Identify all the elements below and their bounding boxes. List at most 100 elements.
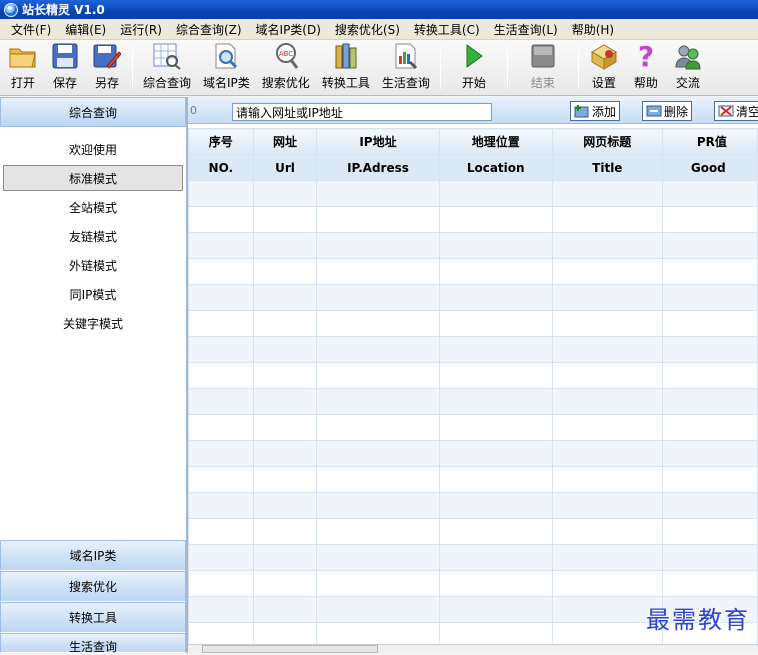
- table-cell: [252, 206, 318, 233]
- mode-friend-links[interactable]: 友链模式: [3, 223, 183, 249]
- mode-external-links[interactable]: 外链模式: [3, 252, 183, 278]
- table-cell: [252, 466, 318, 493]
- help-button[interactable]: ? 帮助: [625, 41, 667, 95]
- table-cell: [438, 466, 553, 493]
- watermark: 最需教育: [646, 606, 750, 634]
- table-cell: [316, 310, 440, 337]
- menu-life[interactable]: 生活查询(L): [487, 21, 565, 38]
- open-button[interactable]: 打开: [2, 41, 44, 95]
- table-cell: [551, 362, 663, 389]
- column-header-pr[interactable]: PR值: [661, 128, 758, 155]
- mode-whole-site[interactable]: 全站模式: [3, 194, 183, 220]
- table-cell: [438, 518, 553, 545]
- save-as-button[interactable]: 另存: [86, 41, 128, 95]
- menu-seo[interactable]: 搜索优化(S): [328, 21, 407, 38]
- table-row[interactable]: [188, 518, 758, 545]
- table-cell: [551, 206, 663, 233]
- menu-help[interactable]: 帮助(H): [565, 21, 621, 38]
- table-row[interactable]: [188, 466, 758, 493]
- life-button[interactable]: 生活查询: [376, 41, 436, 95]
- menu-query[interactable]: 综合查询(Z): [169, 21, 249, 38]
- add-button[interactable]: 添加: [570, 101, 621, 121]
- table-row[interactable]: [188, 232, 758, 259]
- app-icon: [4, 2, 18, 17]
- table-row[interactable]: [188, 570, 758, 597]
- window-title: 站长精灵 V1.0: [22, 3, 105, 17]
- mode-standard[interactable]: 标准模式: [3, 165, 183, 191]
- save-button[interactable]: 保存: [44, 41, 86, 95]
- menu-convert[interactable]: 转换工具(C): [407, 21, 487, 38]
- table-cell: [438, 596, 553, 623]
- column-header-title[interactable]: 网页标题: [551, 128, 663, 155]
- convert-button[interactable]: 转换工具: [316, 41, 376, 95]
- table-cell: [316, 180, 440, 207]
- menu-domain-ip[interactable]: 域名IP类(D): [249, 21, 328, 38]
- table-cell: [551, 336, 663, 363]
- table-row[interactable]: [188, 414, 758, 441]
- delete-button[interactable]: 删除: [642, 101, 693, 121]
- table-row[interactable]: [188, 180, 758, 207]
- table-cell: [188, 570, 254, 597]
- table-row[interactable]: [188, 440, 758, 467]
- table-cell: [438, 414, 553, 441]
- column-subheader-title: Title: [551, 154, 663, 181]
- column-header-ip[interactable]: IP地址: [316, 128, 440, 155]
- table-cell: [188, 284, 254, 311]
- stop-button[interactable]: 结束: [512, 41, 574, 95]
- query-panel-header[interactable]: 综合查询: [0, 97, 186, 127]
- column-header-location[interactable]: 地理位置: [438, 128, 553, 155]
- table-cell: [188, 362, 254, 389]
- document-search-icon: [211, 41, 241, 71]
- column-header-no[interactable]: 序号: [188, 128, 254, 155]
- users-icon: [673, 41, 703, 71]
- query-button[interactable]: 综合查询: [137, 41, 197, 95]
- domain-ip-button[interactable]: 域名IP类: [197, 41, 256, 95]
- table-row[interactable]: [188, 336, 758, 363]
- table-cell: [188, 206, 254, 233]
- exchange-button[interactable]: 交流: [667, 41, 709, 95]
- mode-same-ip[interactable]: 同IP模式: [3, 281, 183, 307]
- table-row[interactable]: [188, 310, 758, 337]
- table-cell: [551, 258, 663, 285]
- scrollbar-thumb[interactable]: [202, 645, 378, 653]
- grid-search-icon: [152, 41, 182, 71]
- category-seo[interactable]: 搜索优化: [0, 571, 186, 602]
- seo-button[interactable]: ABC 搜索优化: [256, 41, 316, 95]
- toolbar-separator: [439, 45, 441, 89]
- table-cell: [252, 232, 318, 259]
- table-row[interactable]: [188, 492, 758, 519]
- table-row[interactable]: [188, 362, 758, 389]
- table-cell: [661, 388, 758, 415]
- table-cell: [316, 388, 440, 415]
- menu-run[interactable]: 运行(R): [113, 21, 169, 38]
- table-row[interactable]: [188, 388, 758, 415]
- settings-button[interactable]: 设置: [583, 41, 625, 95]
- menu-file[interactable]: 文件(F): [4, 21, 58, 38]
- table-cell: [188, 336, 254, 363]
- table-row[interactable]: [188, 206, 758, 233]
- table-row[interactable]: [188, 258, 758, 285]
- url-count: 0: [190, 103, 197, 117]
- table-cell: [661, 492, 758, 519]
- table-cell: [188, 596, 254, 623]
- url-input[interactable]: [232, 103, 492, 121]
- table-cell: [316, 544, 440, 571]
- mode-welcome[interactable]: 欢迎使用: [3, 136, 183, 162]
- table-row[interactable]: [188, 544, 758, 571]
- table-cell: [316, 336, 440, 363]
- table-cell: [316, 284, 440, 311]
- column-header-url[interactable]: 网址: [252, 128, 318, 155]
- mode-keyword[interactable]: 关键字模式: [3, 310, 183, 336]
- start-button[interactable]: 开始: [445, 41, 503, 95]
- table-cell: [661, 232, 758, 259]
- category-life[interactable]: 生活查询: [0, 633, 186, 654]
- table-cell: [661, 336, 758, 363]
- horizontal-scrollbar[interactable]: [188, 644, 758, 653]
- clear-button[interactable]: 清空: [714, 101, 758, 121]
- category-convert[interactable]: 转换工具: [0, 602, 186, 633]
- menu-edit[interactable]: 编辑(E): [58, 21, 113, 38]
- category-domain-ip[interactable]: 域名IP类: [0, 540, 186, 571]
- table-cell: [252, 492, 318, 519]
- table-row[interactable]: [188, 284, 758, 311]
- mode-list: 欢迎使用 标准模式 全站模式 友链模式 外链模式 同IP模式 关键字模式: [0, 127, 186, 336]
